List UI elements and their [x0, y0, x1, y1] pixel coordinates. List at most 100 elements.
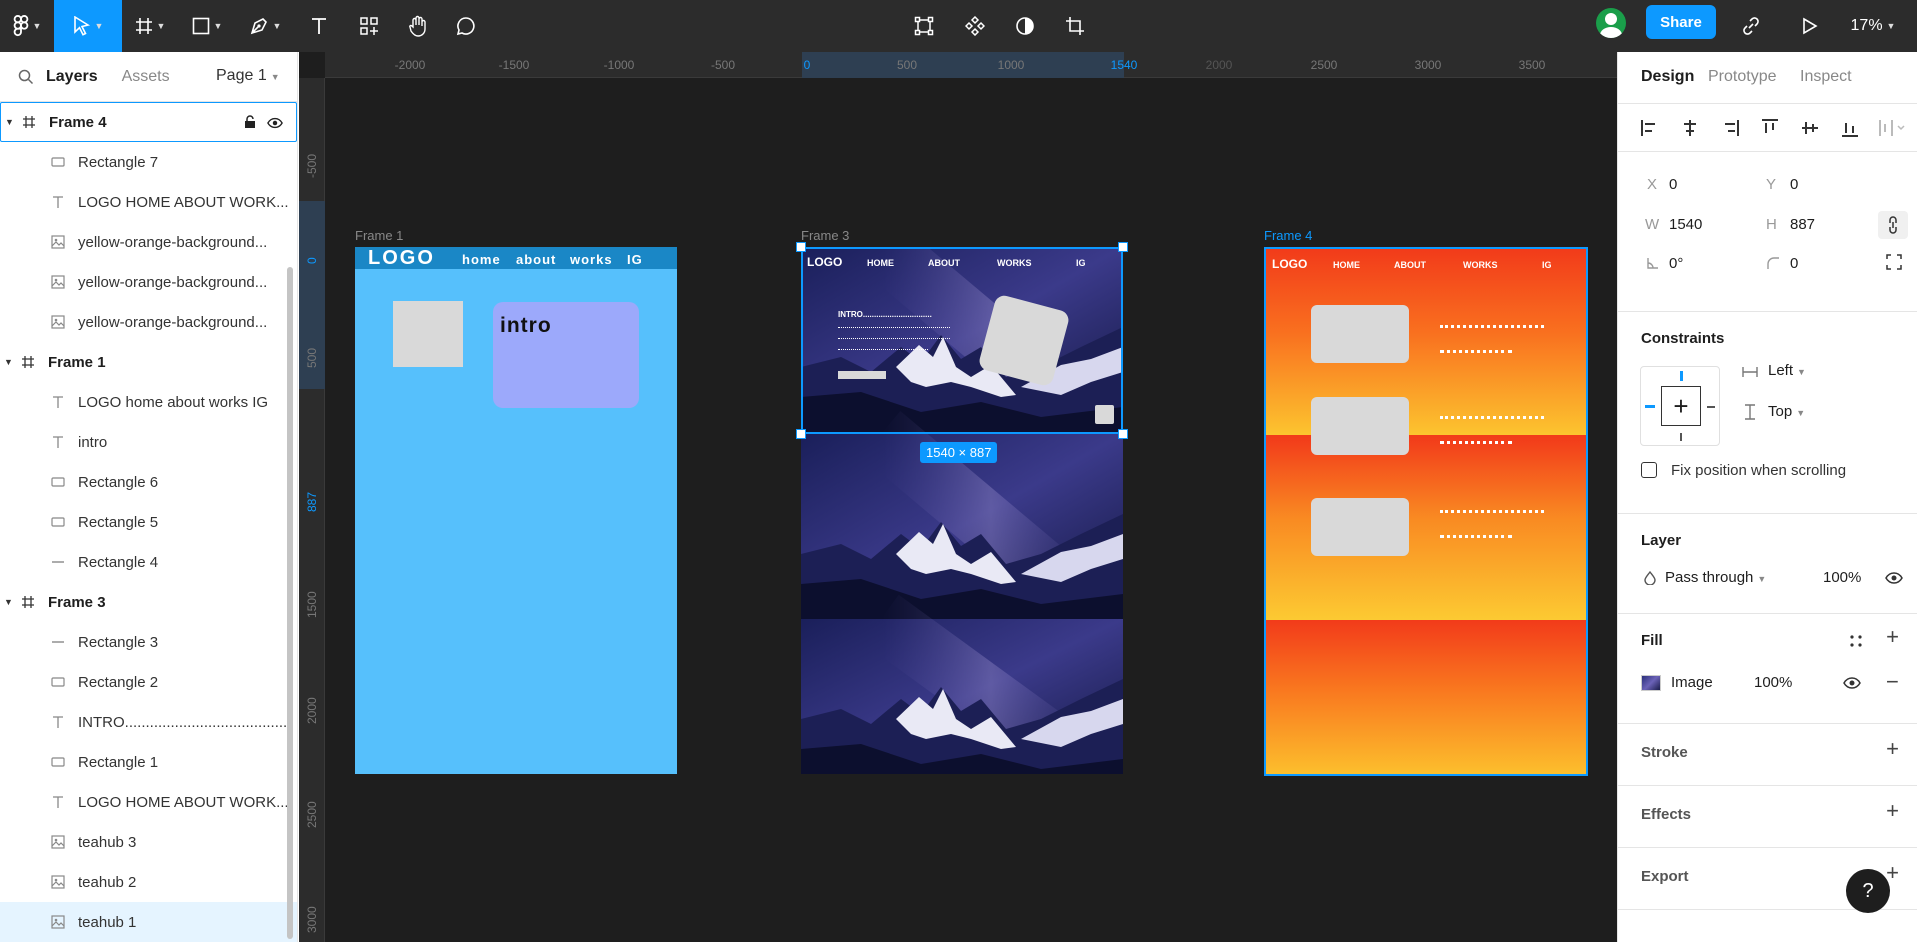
x-input[interactable]: 0 — [1669, 176, 1677, 193]
layer-opacity-input[interactable]: 100% — [1823, 569, 1861, 586]
align-top-icon[interactable] — [1760, 118, 1780, 138]
caret-down-icon[interactable]: ▼ — [4, 597, 18, 607]
shape-tool-button[interactable]: ▼ — [178, 0, 236, 52]
resize-handle[interactable] — [796, 429, 806, 439]
add-fill-button[interactable]: + — [1886, 624, 1899, 650]
constrain-proportions-button[interactable] — [1878, 211, 1908, 239]
layer-row[interactable]: teahub 3 — [0, 822, 297, 862]
frame-tool-button[interactable]: ▼ — [122, 0, 178, 52]
text-icon — [48, 195, 68, 209]
add-stroke-button[interactable]: + — [1886, 736, 1899, 762]
tab-design[interactable]: Design — [1641, 68, 1694, 86]
layer-row[interactable]: teahub 1 — [0, 902, 297, 942]
layer-row[interactable]: LOGO HOME ABOUT WORK... — [0, 782, 297, 822]
move-tool-button[interactable]: ▼ — [54, 0, 122, 52]
frame4[interactable]: LOGO HOME ABOUT WORKS IG — [1264, 247, 1588, 776]
layer-row[interactable]: INTRO...................................… — [0, 702, 297, 742]
pen-tool-button[interactable]: ▼ — [236, 0, 294, 52]
lock-icon[interactable] — [244, 115, 256, 133]
layer-row[interactable]: yellow-orange-background... — [0, 222, 297, 262]
component-button[interactable] — [950, 0, 1000, 52]
layer-row[interactable]: Rectangle 7 — [0, 142, 297, 182]
align-bottom-icon[interactable] — [1840, 118, 1860, 138]
help-button[interactable]: ? — [1846, 869, 1890, 913]
caret-down-icon[interactable]: ▼ — [4, 357, 18, 367]
text-tool-button[interactable] — [294, 0, 344, 52]
align-right-icon[interactable] — [1720, 118, 1740, 138]
layer-frame-row[interactable]: ▼ Frame 1 — [0, 342, 297, 382]
add-effect-button[interactable]: + — [1886, 798, 1899, 824]
tab-layers[interactable]: Layers — [46, 68, 98, 86]
canvas[interactable]: -2000 -1500 -1000 -500 0 500 1000 1540 2… — [299, 52, 1617, 942]
horizontal-constraint-value: Left — [1768, 362, 1794, 379]
eye-icon[interactable] — [267, 116, 283, 133]
eye-icon[interactable] — [1843, 677, 1861, 689]
frame1[interactable]: LOGO home about works IG intro — [355, 247, 677, 774]
mask-icon — [1016, 17, 1034, 35]
search-icon[interactable] — [18, 69, 34, 85]
frame4-label[interactable]: Frame 4 — [1264, 228, 1312, 243]
layer-row[interactable]: Rectangle 6 — [0, 462, 297, 502]
blend-mode-select[interactable]: Pass through ▼ — [1665, 569, 1766, 586]
mask-button[interactable] — [1000, 0, 1050, 52]
layer-row[interactable]: Rectangle 5 — [0, 502, 297, 542]
resources-button[interactable] — [344, 0, 394, 52]
align-left-icon[interactable] — [1640, 118, 1660, 138]
fill-styles-icon[interactable] — [1849, 634, 1863, 648]
comment-tool-button[interactable] — [442, 0, 490, 52]
layer-row[interactable]: Rectangle 1 — [0, 742, 297, 782]
user-avatar[interactable] — [1596, 8, 1626, 38]
transform-button[interactable] — [898, 0, 950, 52]
horizontal-constraint-select[interactable]: Left ▼ — [1768, 362, 1806, 379]
constraints-widget[interactable]: + — [1640, 366, 1720, 446]
copy-link-button[interactable] — [1730, 0, 1772, 52]
page-selector[interactable]: Page 1 ▼ — [216, 67, 280, 85]
zoom-dropdown[interactable]: 17% ▼ — [1840, 0, 1906, 52]
tab-prototype[interactable]: Prototype — [1708, 68, 1776, 86]
caret-down-icon[interactable]: ▼ — [5, 117, 19, 127]
distribute-icon[interactable] — [1878, 118, 1906, 138]
height-input[interactable]: 887 — [1790, 216, 1815, 233]
resize-handle[interactable] — [1118, 242, 1128, 252]
align-vertical-center-icon[interactable] — [1800, 118, 1820, 138]
fix-position-checkbox[interactable] — [1641, 462, 1657, 478]
share-button[interactable]: Share — [1646, 5, 1716, 39]
layer-row[interactable]: Rectangle 3 — [0, 622, 297, 662]
vertical-constraint-select[interactable]: Top ▼ — [1768, 403, 1805, 420]
independent-corners-icon[interactable] — [1886, 254, 1902, 270]
frame3-label[interactable]: Frame 3 — [801, 228, 849, 243]
fill-opacity-input[interactable]: 100% — [1754, 674, 1792, 691]
fill-image-swatch[interactable] — [1641, 675, 1661, 691]
layer-row[interactable]: teahub 2 — [0, 862, 297, 902]
tab-assets[interactable]: Assets — [122, 68, 170, 86]
fill-type-label[interactable]: Image — [1671, 674, 1713, 691]
layer-row[interactable]: yellow-orange-background... — [0, 262, 297, 302]
crop-button[interactable] — [1050, 0, 1100, 52]
tab-inspect[interactable]: Inspect — [1800, 68, 1852, 86]
rotation-input[interactable]: 0° — [1669, 255, 1683, 272]
figma-menu-button[interactable]: ▼ — [0, 0, 54, 52]
layer-row[interactable]: intro — [0, 422, 297, 462]
hand-tool-button[interactable] — [394, 0, 442, 52]
blend-mode-value: Pass through — [1665, 569, 1754, 586]
layer-list-scrollbar[interactable] — [287, 267, 293, 939]
corner-radius-input[interactable]: 0 — [1790, 255, 1798, 272]
remove-fill-button[interactable]: − — [1886, 669, 1899, 695]
layer-row[interactable]: Rectangle 4 — [0, 542, 297, 582]
align-horizontal-center-icon[interactable] — [1680, 118, 1700, 138]
layer-frame-row[interactable]: ▼ Frame 4 — [0, 102, 297, 142]
alignment-bar — [1618, 104, 1917, 152]
layer-frame-row[interactable]: ▼ Frame 3 — [0, 582, 297, 622]
layer-row[interactable]: LOGO home about works IG — [0, 382, 297, 422]
layer-row[interactable]: LOGO HOME ABOUT WORK... — [0, 182, 297, 222]
layer-row[interactable]: yellow-orange-background... — [0, 302, 297, 342]
frame1-label[interactable]: Frame 1 — [355, 228, 403, 243]
resize-handle[interactable] — [1118, 429, 1128, 439]
frame1-nav-about: about — [516, 252, 557, 267]
eye-icon[interactable] — [1885, 572, 1903, 584]
resize-handle[interactable] — [796, 242, 806, 252]
present-button[interactable] — [1790, 0, 1830, 52]
layer-row[interactable]: Rectangle 2 — [0, 662, 297, 702]
y-input[interactable]: 0 — [1790, 176, 1798, 193]
width-input[interactable]: 1540 — [1669, 216, 1702, 233]
